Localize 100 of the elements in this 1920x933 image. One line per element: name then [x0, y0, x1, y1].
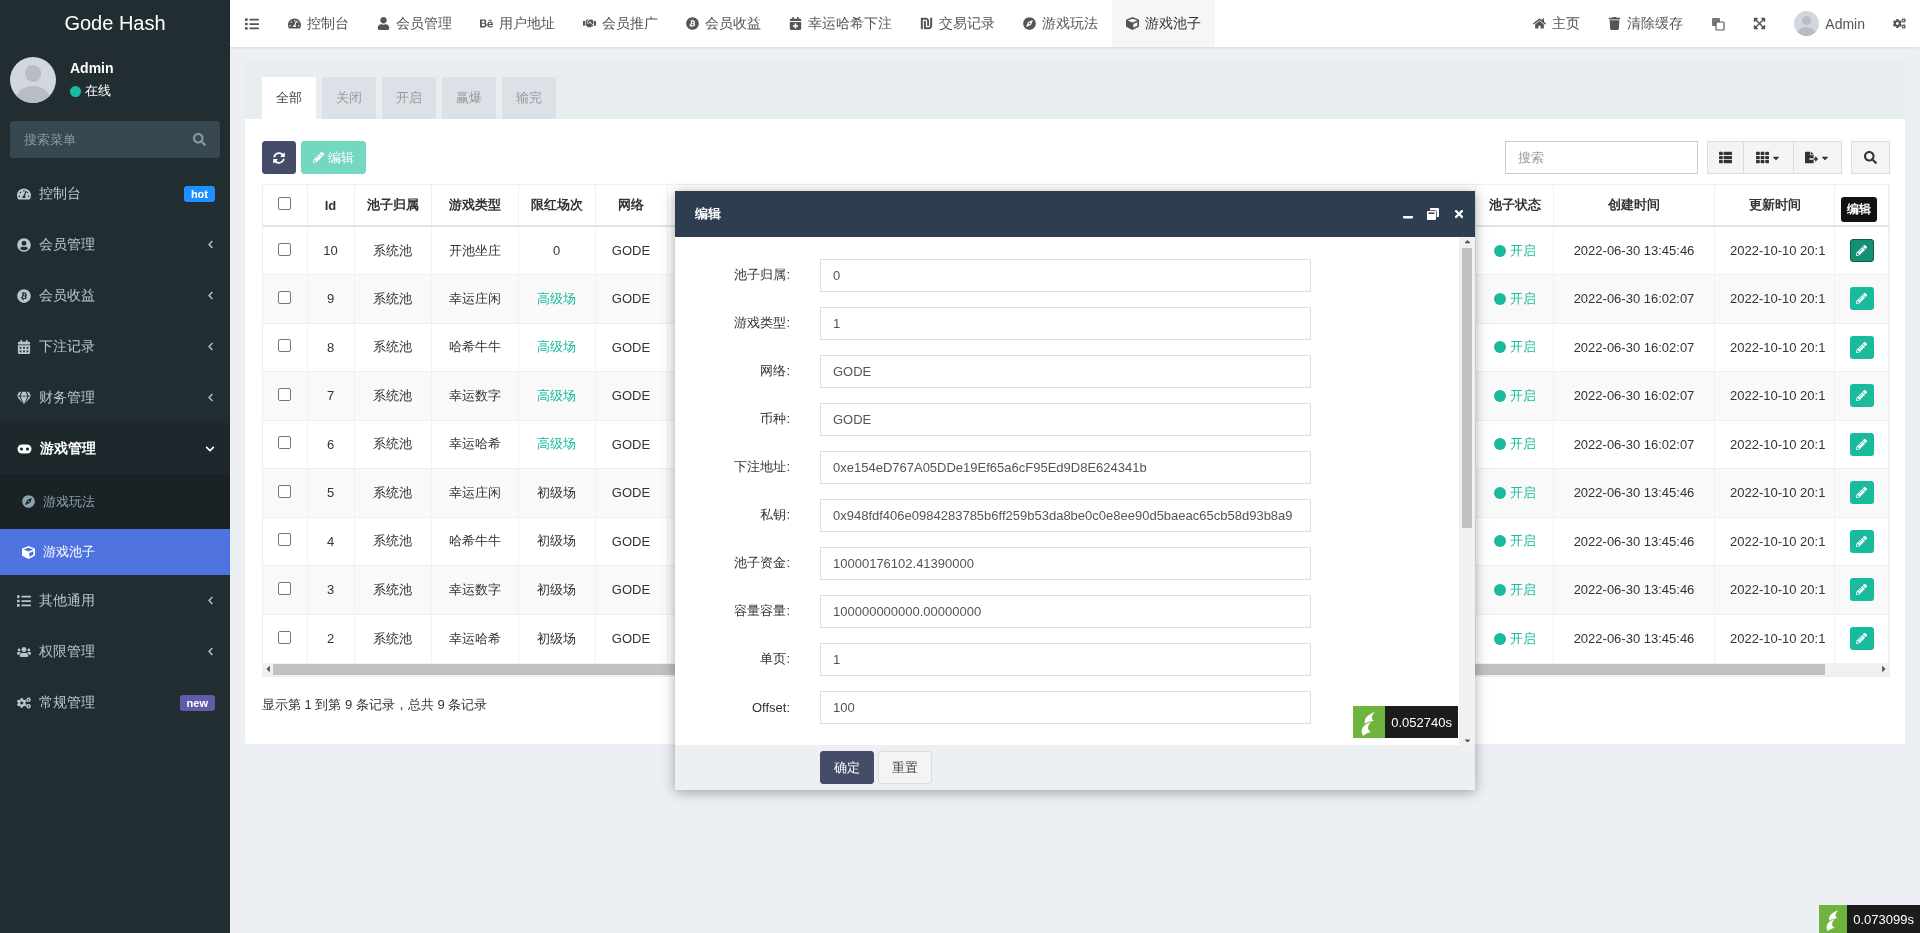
pencil-icon — [1856, 535, 1867, 547]
table-cell: 初级场 — [537, 581, 576, 597]
calendar-icon — [789, 17, 802, 30]
sidebar-item[interactable]: 会员收益 — [0, 270, 230, 321]
column-header[interactable]: 池子归属 — [354, 185, 431, 226]
column-header[interactable]: 池子状态 — [1475, 185, 1554, 226]
export-button[interactable] — [1793, 141, 1842, 174]
sidebar-item[interactable]: 游戏管理 — [0, 423, 230, 474]
table-cell: 2022-06-30 13:45:46 — [1573, 485, 1695, 501]
field-label: 网络: — [759, 362, 790, 380]
sidebar-item[interactable]: 权限管理 — [0, 626, 230, 677]
table-cell: GODE — [611, 436, 651, 452]
table-cell: 幸运哈希 — [448, 436, 501, 452]
table-cell: 幸运数字 — [448, 581, 501, 597]
sidebar-item[interactable]: 控制台 hot — [0, 168, 230, 219]
input-field[interactable]: 0 — [820, 258, 1311, 292]
row-checkbox[interactable] — [278, 290, 292, 304]
nav-tab[interactable]: 控制台 — [274, 0, 363, 47]
column-header[interactable]: 更新时间 — [1714, 185, 1835, 226]
list-icon — [17, 593, 31, 608]
row-checkbox[interactable] — [278, 533, 292, 547]
row-checkbox[interactable] — [278, 242, 292, 256]
caret-up-icon[interactable] — [1462, 237, 1472, 246]
table-cell: 5 — [326, 485, 335, 501]
field-label: 单页: — [759, 650, 790, 668]
table-cell: 系统池 — [373, 484, 412, 500]
column-header[interactable]: 创建时间 — [1553, 185, 1715, 226]
menu-badge: new — [179, 694, 215, 711]
column-header[interactable]: Id — [307, 185, 354, 226]
pencil-icon — [313, 152, 324, 163]
sidebar-item[interactable]: 下注记录 — [0, 321, 230, 372]
filter-tab[interactable]: 全部 — [262, 77, 316, 119]
row-checkbox[interactable] — [278, 436, 292, 450]
nav-tab[interactable]: 会员管理 — [363, 0, 466, 47]
diamond-icon — [17, 390, 31, 405]
row-checkbox[interactable] — [278, 387, 292, 401]
search-field[interactable]: 搜索 — [1505, 141, 1698, 174]
input-field[interactable]: GODE — [820, 354, 1311, 388]
input-field[interactable]: 0xe154eD767A05DDe19Ef65a6cF95Ed9D8E624341b — [820, 450, 1311, 484]
list-view-button[interactable] — [1707, 141, 1744, 174]
row-checkbox[interactable] — [278, 484, 292, 498]
refresh-button[interactable] — [262, 141, 296, 174]
table-cell: GODE — [611, 533, 651, 549]
flame-logo-icon — [1353, 706, 1386, 738]
input-field[interactable]: 1 — [820, 306, 1311, 340]
edit-row-button[interactable] — [1849, 239, 1874, 262]
user-name: Admin — [70, 60, 114, 76]
table-cell: 系统池 — [373, 290, 412, 306]
nav-tab[interactable]: 交易记录 — [906, 0, 1009, 47]
table-cell: 系统池 — [373, 242, 412, 258]
input-field[interactable]: 1 — [820, 642, 1311, 676]
select-all-checkbox[interactable] — [278, 197, 292, 210]
sidebar-subitem[interactable]: 游戏池子 — [0, 529, 230, 575]
vertical-scrollbar[interactable] — [1459, 237, 1475, 745]
nav-tab[interactable]: 用户地址 — [466, 0, 569, 47]
sidebar-item[interactable]: 常规管理 new — [0, 677, 230, 728]
columns-button[interactable] — [1743, 141, 1794, 174]
input-field[interactable]: 0x948fdf406e0984283785b6ff259b53da8be0c0e8ee90d5baeac65cb58d93b8a9 — [820, 498, 1311, 532]
nav-link[interactable]: 主页 — [1519, 0, 1595, 47]
column-header[interactable]: 游戏类型 — [431, 185, 518, 226]
nav-link[interactable]: Admin — [1780, 0, 1879, 47]
sidebar-item[interactable]: 财务管理 — [0, 372, 230, 423]
row-checkbox[interactable] — [278, 581, 292, 595]
dialog-button[interactable]: 重置 — [878, 751, 932, 784]
nav-tab[interactable]: 游戏玩法 — [1009, 0, 1112, 47]
export-icon — [1805, 151, 1818, 164]
sidebar-item[interactable]: 会员管理 — [0, 219, 230, 270]
status-text: 开启 — [1509, 435, 1536, 454]
nav-tab[interactable]: 游戏池子 — [1112, 0, 1215, 47]
field-label: 池子资金: — [733, 554, 790, 572]
column-header[interactable]: 网络 — [595, 185, 667, 226]
search-button[interactable] — [1851, 141, 1890, 174]
row-checkbox[interactable] — [278, 630, 292, 644]
nav-tab[interactable]: 会员推广 — [569, 0, 672, 47]
nav-tab[interactable]: 会员收益 — [672, 0, 775, 47]
dialog-title: 编辑 — [695, 205, 722, 223]
table-cell: 2 — [326, 631, 335, 646]
input-field[interactable]: 100000000000.00000000 — [820, 594, 1311, 628]
input-field[interactable]: 10000176102.41390000 — [820, 546, 1311, 580]
sidebar-item[interactable]: 其他通用 — [0, 575, 230, 626]
chevron-left-icon — [206, 240, 215, 249]
sidebar-subitem[interactable]: 游戏玩法 — [0, 474, 230, 529]
close-icon[interactable] — [1453, 208, 1465, 220]
dialog-button[interactable]: 确定 — [820, 751, 874, 784]
brand-logo[interactable]: Gode Hash — [0, 0, 230, 47]
input-field[interactable]: GODE — [820, 402, 1311, 436]
gauge-icon — [17, 186, 31, 201]
table-cell: 系统池 — [373, 436, 412, 452]
table-cell: 2022-06-30 13:45:46 — [1573, 582, 1695, 598]
chevron-left-icon — [206, 647, 215, 656]
nav-link[interactable]: 清除缓存 — [1594, 0, 1698, 47]
restore-icon[interactable] — [1427, 208, 1439, 220]
cube-icon — [1126, 17, 1139, 30]
nav-tab[interactable]: 幸运哈希下注 — [775, 0, 906, 47]
column-header[interactable]: 限红场次 — [518, 185, 595, 226]
row-checkbox[interactable] — [278, 339, 292, 353]
table-cell: 7 — [326, 388, 335, 404]
caret-down-icon[interactable] — [1462, 736, 1472, 745]
input-field[interactable]: 100 — [820, 690, 1311, 724]
field-label: Offset: — [750, 699, 790, 715]
